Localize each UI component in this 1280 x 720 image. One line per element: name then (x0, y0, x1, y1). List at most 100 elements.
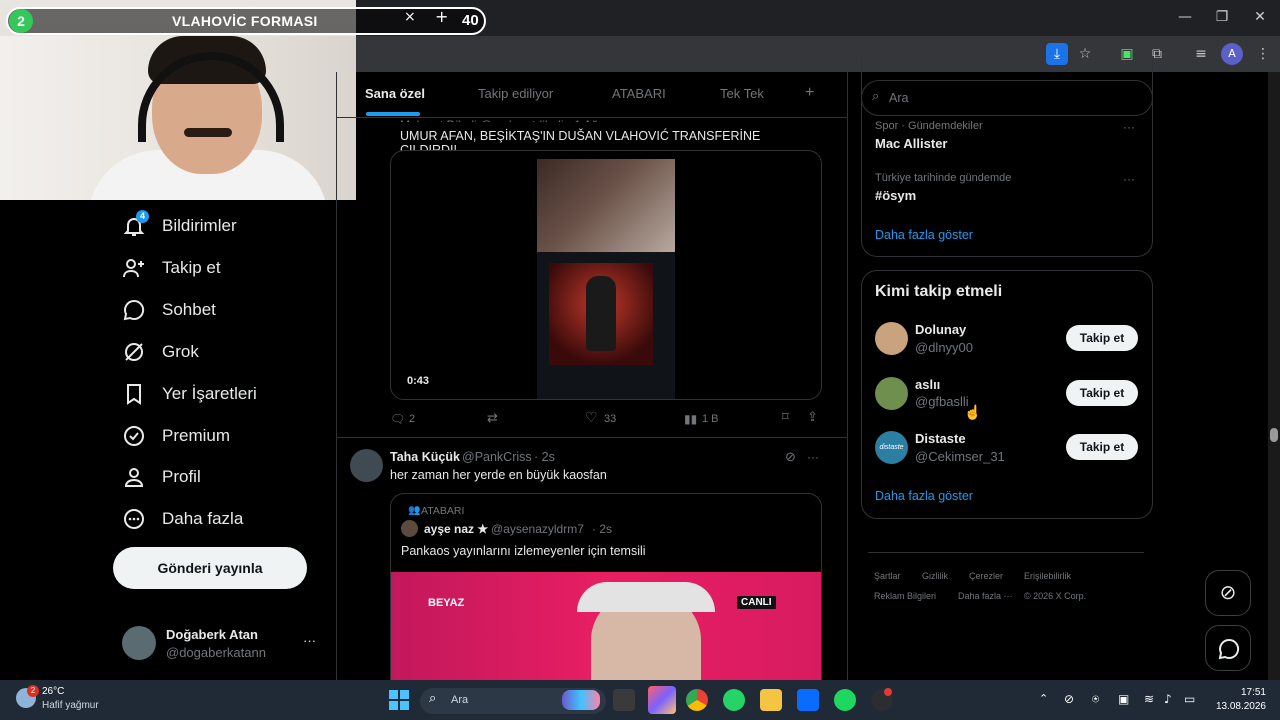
search-highlight-icon[interactable] (562, 690, 600, 710)
tweet-video[interactable] (390, 150, 822, 400)
maximize-button[interactable]: ❐ (1207, 6, 1237, 28)
whatsapp-icon[interactable] (723, 689, 745, 711)
suggested-user-name[interactable]: Dolunay (915, 322, 966, 337)
tray-app-icon[interactable]: ▣ (1118, 692, 1129, 706)
microsoft-store-icon[interactable] (797, 689, 819, 711)
trend-category: Spor · Gündemdekiler (875, 120, 983, 132)
suggested-user-avatar[interactable]: distaste (875, 431, 908, 464)
clock-time[interactable]: 17:51 (1226, 687, 1266, 698)
browser-menu-icon[interactable]: ⋮ (1252, 43, 1274, 65)
sidebar-item-grok[interactable]: Grok (122, 334, 322, 370)
post-button[interactable]: Gönderi yayınla (113, 547, 307, 589)
share-icon[interactable]: ⇪ (807, 410, 818, 425)
windows-start-icon[interactable] (389, 690, 409, 710)
microphone-icon[interactable]: ⍟ (1092, 692, 1099, 707)
who-to-follow-show-more-link[interactable]: Daha fazla göster (875, 489, 973, 503)
follow-button[interactable]: Takip et (1066, 380, 1138, 406)
battery-icon[interactable]: ▭ (1184, 692, 1195, 706)
sidebar-item-label: Profil (162, 467, 201, 486)
verified-icon (124, 426, 144, 446)
volume-icon[interactable]: ♪ (1164, 692, 1172, 706)
footer-link-privacy[interactable]: Gizlilik (922, 571, 948, 581)
like-count: 33 (604, 413, 617, 425)
quote-time: · 2s (592, 522, 613, 536)
wifi-icon[interactable]: ≋ (1144, 692, 1154, 706)
sidebar-item-premium[interactable]: Premium (122, 418, 322, 454)
video-overlay-live: CANLI (737, 596, 776, 609)
grok-float-button[interactable]: ⊘ (1205, 570, 1251, 616)
sidebar-item-follow[interactable]: Takip et (122, 250, 322, 286)
suggested-user-handle: @Cekimser_31 (915, 449, 1005, 464)
reply-icon[interactable]: 🗨 (390, 412, 405, 426)
account-more-button[interactable]: ··· (303, 633, 316, 648)
tweet-avatar[interactable] (350, 449, 383, 482)
quote-video[interactable] (391, 572, 821, 680)
spotify-icon[interactable] (834, 689, 856, 711)
tweet-more-button[interactable]: ··· (807, 450, 819, 464)
tab-following[interactable]: Takip ediliyor (478, 86, 553, 101)
trend-title[interactable]: Mac Allister (875, 136, 948, 151)
weather-temperature: 26°C (42, 686, 65, 697)
sidebar-item-label: Sohbet (162, 300, 216, 319)
profile-avatar[interactable]: A (1221, 43, 1243, 65)
sidebar-item-profile[interactable]: Profil (122, 459, 322, 495)
copilot-icon[interactable] (648, 686, 676, 714)
video-frame-top (537, 159, 675, 252)
tab-atabari[interactable]: ATABARI (612, 86, 666, 101)
account-avatar[interactable] (122, 626, 156, 660)
file-explorer-icon[interactable] (760, 689, 782, 711)
reply-count: 2 (409, 413, 416, 425)
media-control-icon[interactable]: ≡ (1190, 43, 1212, 65)
views-icon[interactable]: ▮▮ (684, 412, 697, 426)
footer-link-more[interactable]: Daha fazla ··· (958, 591, 1013, 601)
add-tab-button[interactable]: + (805, 84, 814, 102)
tab-for-you[interactable]: Sana özel (365, 86, 425, 101)
sidebar-item-more[interactable]: Daha fazla (122, 501, 322, 537)
mouse-cursor-icon: ☝ (964, 404, 982, 420)
chat-bubble-icon (1218, 638, 1240, 660)
grok-explain-icon[interactable]: ⊘ (785, 449, 796, 465)
repost-icon[interactable]: ⇄ (487, 411, 498, 426)
tweet-header-partial: Mehmet Dibeli @mehmetdibeli · 1 Ağu (400, 118, 700, 122)
suggested-user-avatar[interactable] (875, 322, 908, 355)
task-view-icon[interactable] (613, 689, 635, 711)
bookmark-tweet-icon[interactable]: ⌑ (782, 410, 789, 425)
suggested-user-name[interactable]: aslıı (915, 377, 940, 392)
close-window-button[interactable]: ✕ (1245, 6, 1275, 28)
sidebar-item-chat[interactable]: Sohbet (122, 292, 322, 328)
scrollbar-thumb[interactable] (1270, 428, 1278, 442)
windows-taskbar (0, 680, 1280, 720)
suggested-user-name[interactable]: Distaste (915, 431, 966, 446)
trend-title[interactable]: #ösym (875, 188, 916, 203)
footer-link-accessibility[interactable]: Erişilebilirlik (1024, 571, 1071, 581)
page-scrollbar[interactable] (1268, 72, 1280, 680)
footer-link-cookies[interactable]: Çerezler (969, 571, 1003, 581)
chevron-up-icon[interactable]: ⌃ (1039, 692, 1048, 705)
sidebar-item-label: Takip et (162, 258, 221, 277)
suggested-user-avatar[interactable] (875, 377, 908, 410)
sidebar-item-notifications[interactable]: Bildirimler (122, 208, 322, 244)
trend-category: Türkiye tarihinde gündemde (875, 172, 1012, 184)
chrome-icon[interactable] (686, 689, 708, 711)
sidebar-item-bookmarks[interactable]: Yer İşaretleri (122, 376, 322, 412)
like-icon[interactable]: ♡ (585, 410, 598, 426)
stream-goal-close-icon: × (404, 9, 416, 25)
minimize-button[interactable]: — (1170, 6, 1200, 28)
trend-more-button[interactable]: ··· (1123, 172, 1135, 186)
footer-link-ads[interactable]: Reklam Bilgileri (874, 591, 936, 601)
follow-button[interactable]: Takip et (1066, 325, 1138, 351)
quote-author-name: ayşe naz ★ (424, 522, 489, 536)
messages-float-button[interactable] (1205, 625, 1251, 671)
bookmark-icon (127, 384, 141, 405)
video-duration: 0:43 (407, 375, 430, 387)
tweet-author-name[interactable]: Taha Küçük (390, 450, 460, 464)
trend-more-button[interactable]: ··· (1123, 120, 1135, 134)
tab-tek-tek[interactable]: Tek Tek (720, 86, 764, 101)
quote-text: Pankaos yayınlarını izlemeyenler için te… (401, 544, 646, 558)
follow-button[interactable]: Takip et (1066, 434, 1138, 460)
trends-show-more-link[interactable]: Daha fazla göster (875, 228, 973, 242)
clock-date[interactable]: 13.08.2026 (1206, 701, 1266, 712)
footer-link-terms[interactable]: Şartlar (874, 571, 901, 581)
sync-off-icon[interactable]: ⊘ (1064, 692, 1074, 706)
tweet-author-handle[interactable]: @PankCriss (462, 450, 532, 464)
